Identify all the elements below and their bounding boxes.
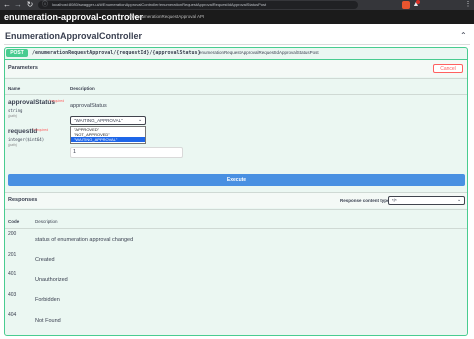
parameters-title: Parameters bbox=[8, 65, 38, 71]
param-location: (path) bbox=[8, 114, 18, 118]
controller-description: the enumerationRequestApproval API bbox=[129, 14, 205, 19]
param-type: integer($int64) bbox=[8, 137, 45, 142]
operation-path: /enumerationRequestApproval/{requestId}/… bbox=[32, 50, 201, 56]
request-id-value[interactable]: 1 bbox=[73, 148, 76, 157]
divider bbox=[5, 94, 467, 95]
back-arrow-icon[interactable]: ← bbox=[3, 0, 11, 10]
address-bar-url[interactable]: localhost:8080/swagger-ui/#/EnumerationA… bbox=[52, 1, 352, 9]
column-header-name: Name bbox=[8, 86, 21, 91]
select-value[interactable]: "WAITING_APPROVAL" bbox=[74, 117, 123, 124]
column-header-description: Description bbox=[35, 219, 58, 224]
request-id-input[interactable] bbox=[70, 147, 183, 158]
response-code: 200 bbox=[8, 231, 17, 237]
param-type: string bbox=[8, 108, 23, 113]
response-code: 404 bbox=[8, 312, 17, 318]
divider bbox=[5, 209, 467, 210]
kebab-menu-icon[interactable]: ⋮ bbox=[464, 0, 472, 10]
column-header-code: Code bbox=[8, 219, 20, 224]
response-code: 403 bbox=[8, 292, 17, 298]
response-code: 201 bbox=[8, 252, 17, 258]
reload-icon[interactable]: ↻ bbox=[26, 0, 34, 10]
response-description: status of enumeration approval changed bbox=[35, 237, 134, 243]
required-flag: * required bbox=[49, 99, 65, 103]
response-description: Created bbox=[35, 257, 55, 263]
forward-arrow-icon[interactable]: → bbox=[14, 0, 22, 10]
param-description: approvalStatus bbox=[70, 103, 107, 109]
divider bbox=[5, 228, 467, 229]
section-title[interactable]: EnumerationApprovalController bbox=[5, 30, 142, 42]
section-divider bbox=[4, 44, 470, 45]
brave-shield-icon[interactable] bbox=[402, 1, 410, 9]
execute-button[interactable]: Execute bbox=[8, 174, 465, 186]
chevron-down-icon[interactable]: ⌄ bbox=[457, 197, 461, 204]
column-header-description: Description bbox=[70, 86, 95, 91]
controller-title: enumeration-approval-controller bbox=[4, 12, 144, 22]
chevron-down-icon[interactable]: ⌄ bbox=[138, 117, 142, 124]
divider bbox=[5, 78, 467, 79]
response-description: Forbidden bbox=[35, 297, 60, 303]
parameters-header bbox=[5, 60, 467, 77]
info-icon[interactable]: ⓘ bbox=[42, 1, 48, 9]
param-name: approvalStatus bbox=[8, 99, 55, 106]
dropdown-option-highlighted[interactable]: "WAITING_APPROVAL" bbox=[71, 137, 145, 142]
response-description: Not Found bbox=[35, 318, 61, 324]
content-type-select[interactable] bbox=[388, 196, 465, 205]
responses-title: Responses bbox=[8, 197, 38, 203]
extension-badge-icon bbox=[416, 0, 420, 4]
operation-id: enumerationRequestApprovalRequestIdAppro… bbox=[199, 50, 319, 55]
method-badge: POST bbox=[6, 49, 28, 57]
required-flag: * required bbox=[33, 128, 49, 132]
response-description: Unauthorized bbox=[35, 277, 68, 283]
response-code: 401 bbox=[8, 271, 17, 277]
chevron-up-icon[interactable]: ⌃ bbox=[460, 30, 467, 42]
param-location: (path) bbox=[8, 143, 18, 147]
cancel-button[interactable]: Cancel bbox=[433, 64, 463, 73]
content-type-label: Response content type bbox=[340, 198, 390, 203]
content-type-value[interactable]: */* bbox=[392, 197, 397, 204]
